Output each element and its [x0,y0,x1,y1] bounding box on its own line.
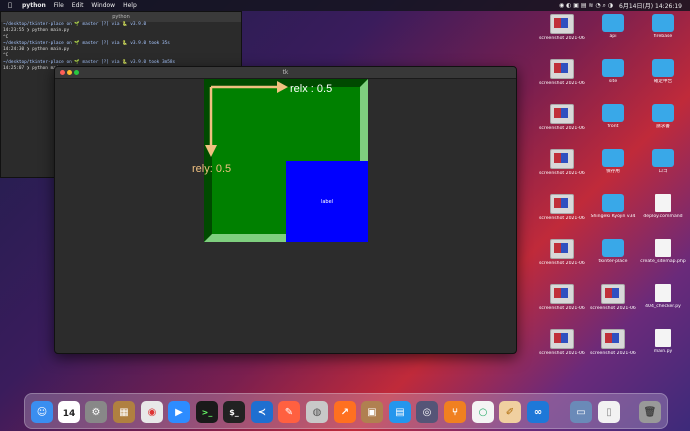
desktop-folder[interactable]: api [590,14,636,39]
desktop-file[interactable]: screenshot 2021-06....34.png [590,284,636,311]
notes-icon[interactable]: ✐ [499,401,521,423]
desktop-file[interactable]: screenshot 2021-06....26.png [539,149,585,176]
folder-icon [602,104,624,122]
relx-arrow-head [277,81,288,93]
desktop-file[interactable]: 404_checker.py [640,284,686,309]
screenshot-icon [550,239,574,259]
menu-app-name[interactable]: python [22,2,46,9]
desktop-folder[interactable]: front [590,104,636,129]
folder-icon [652,149,674,167]
desktop-folder[interactable]: firebase [640,14,686,39]
safari-icon[interactable]: ✎ [278,401,300,423]
screenshot-icon [550,59,574,79]
calendar-day: 14 [62,409,76,419]
rely-arrow-head [205,145,217,157]
desktop-folder[interactable]: tkinter-place [590,239,636,264]
desktop-file[interactable]: screenshot 2021-06....53.png [539,284,585,311]
screenshot-icon [601,284,625,304]
folder-icon [652,104,674,122]
menu-edit[interactable]: Edit [72,2,84,9]
desktop-file[interactable]: main.py [640,329,686,354]
terminal-title[interactable]: python [1,12,241,22]
menu-bar:  python File Edit Window Help ◉ ◐ ▣ ▤ ≋… [0,0,690,11]
desktop-file[interactable]: screenshot 2021-06....25.png [539,239,585,266]
preview-icon[interactable]: ▭ [570,401,592,423]
datetime-label[interactable]: 6月14日(月) 14:26:19 [619,1,682,10]
dock: ☺ 14 ⚙ ▦ ◉ ▶ >_ $_ ≺ ✎ ◍ ↗ ▣ ▤ ◎ ⑂ ○ ✐ ∞… [24,393,668,429]
folder-icon [652,14,674,32]
folder-icon [602,59,624,77]
desktop-folder[interactable]: 保存用 [590,149,636,174]
archive-icon[interactable]: ▦ [113,401,135,423]
activity-icon[interactable]: ↗ [334,401,356,423]
screenshot-icon [550,194,574,214]
calendar-icon[interactable]: 14 [58,401,80,423]
screenshot-icon [550,329,574,349]
docker-icon[interactable]: ▤ [389,401,411,423]
folder-icon [652,59,674,77]
menu-help[interactable]: Help [123,2,137,9]
terminal-icon[interactable]: >_ [196,401,218,423]
menu-window[interactable]: Window [91,2,115,9]
iterm-icon[interactable]: $_ [223,401,245,423]
infinity-icon[interactable]: ∞ [527,401,549,423]
status-icons[interactable]: ◉ ◐ ▣ ▤ ≋ ◔ ⌕ ◑ [559,2,613,10]
screenshot-icon [550,149,574,169]
folder-icon [602,239,624,257]
desktop-file[interactable]: screenshot 2021-06....28.png [539,194,585,221]
desktop-file[interactable]: deploy.command [640,194,686,219]
document-icon [655,239,671,257]
sourcetree-icon[interactable]: ⑂ [444,401,466,423]
status-area: ◉ ◐ ▣ ▤ ≋ ◔ ⌕ ◑ 6月14日(月) 14:26:19 [559,1,682,11]
desktop-file[interactable]: screenshot 2021-06....08.png [539,329,585,356]
screenshot-icon [550,284,574,304]
document-icon [655,329,671,347]
chrome-icon[interactable]: ◉ [141,401,163,423]
trash-icon[interactable]: 🗑 [639,401,661,423]
vscode-icon[interactable]: ≺ [251,401,273,423]
desktop-folder[interactable]: ロゴ [640,149,686,174]
folder-icon [602,14,624,32]
relx-label: relx : 0.5 [290,83,333,95]
document-icon [655,194,671,212]
desktop-file[interactable]: screenshot 2021-06....48.png [590,329,636,356]
document-icon [655,284,671,302]
desktop-folder[interactable]: 請求書 [640,104,686,129]
desktop-folder[interactable]: Shingeki Kyojin v34 [590,194,636,219]
rely-label: rely: 0.5 [192,163,232,175]
package-icon[interactable]: ▣ [361,401,383,423]
desktop-file[interactable]: screenshot 2021-06....1.57.png [539,59,585,86]
tk-window[interactable]: tk label relx : 0.5 rely: 0.5 [54,66,517,354]
network-icon[interactable]: ◎ [416,401,438,423]
finder-icon[interactable]: ☺ [31,401,53,423]
desktop-file[interactable]: create_sitemap.php [640,239,686,264]
screenshot-icon [601,329,625,349]
desktop-folder[interactable]: site [590,59,636,84]
document-icon[interactable]: ▯ [598,401,620,423]
disk-utility-icon[interactable]: ◍ [306,401,328,423]
system-preferences-icon[interactable]: ⚙ [85,401,107,423]
folder-icon [602,149,624,167]
desktop-file[interactable]: screenshot 2021-06....38.png [539,104,585,131]
arrows [205,81,288,157]
desktop-file[interactable]: screenshot 2021-06....22.png [539,14,585,41]
desktop-folder[interactable]: 確定申告 [640,59,686,84]
menu-file[interactable]: File [54,2,64,9]
mcafee-icon[interactable]: ○ [472,401,494,423]
folder-icon [602,194,624,212]
zoom-icon[interactable]: ▶ [168,401,190,423]
apple-icon[interactable]:  [6,2,14,9]
screenshot-icon [550,14,574,34]
screenshot-icon [550,104,574,124]
